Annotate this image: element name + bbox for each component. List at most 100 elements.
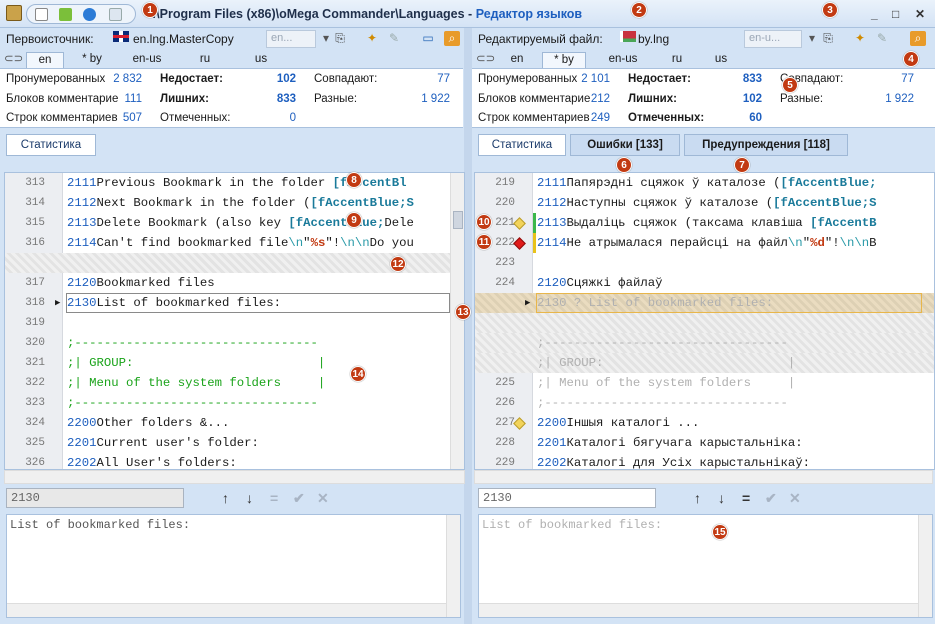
comment-lines-label: Строк комментариев (6, 112, 118, 124)
line-number: 227 (495, 417, 515, 429)
copy-icon[interactable]: ⎘ (820, 31, 836, 46)
tab-ru[interactable]: ru (190, 52, 220, 68)
code-line[interactable]: 223 (475, 253, 934, 273)
prev-button[interactable]: ↑ (222, 490, 229, 506)
tab-us[interactable]: us (706, 52, 736, 68)
code-line[interactable]: 319 (5, 313, 464, 333)
comment-line[interactable]: 322 ;| Menu of the system folders | (5, 373, 464, 393)
prev-button[interactable]: ↑ (694, 490, 701, 506)
code-line[interactable]: 220 2112Наступны сцяжок ў каталозе ([fAcc… (475, 193, 934, 213)
code-line-missing[interactable]: ▶ 2130 ? List of bookmarked files: (475, 293, 934, 313)
tab-by[interactable]: * by (72, 52, 112, 68)
string-id: 2200 (537, 416, 567, 430)
code-line[interactable]: 221 2113Выдаліць сцяжок (таксама клавіша … (475, 213, 934, 233)
open-icon[interactable] (59, 8, 72, 21)
equal-button[interactable]: = (270, 490, 278, 506)
source-text-area[interactable]: List of bookmarked files: (6, 514, 461, 618)
code-line[interactable]: 222 2114Не атрымалася перайсці на файл\n"… (475, 233, 934, 253)
copy-icon[interactable]: ⎘ (332, 31, 348, 46)
equal-button[interactable]: = (742, 490, 750, 506)
comment-text: ;--------------------------------- (537, 396, 788, 410)
link-icon[interactable]: ⊂⊃ (4, 52, 23, 68)
text-horizontal-scrollbar[interactable] (7, 603, 446, 617)
source-file-name[interactable]: en.lng.MasterCopy (133, 32, 234, 46)
tab-by[interactable]: * by (542, 52, 586, 68)
string-text: Next Bookmark in the folder ( (96, 196, 311, 210)
maximize-button[interactable]: □ (892, 7, 899, 21)
edit-icon[interactable]: ✎ (874, 31, 890, 46)
code-line[interactable]: 224 2120Сцяжкі файлаў (475, 273, 934, 293)
marked-value: 0 (289, 112, 296, 124)
tab-ru[interactable]: ru (662, 52, 692, 68)
globe-icon[interactable] (83, 8, 96, 21)
source-lang-combo[interactable]: en... (266, 30, 316, 48)
tab-statistics[interactable]: Статистика (6, 134, 96, 156)
menu-icon[interactable] (109, 8, 122, 21)
edited-file-name[interactable]: by.lng (638, 32, 669, 46)
tab-en-us[interactable]: en-us (598, 52, 648, 68)
target-text-area[interactable]: List of bookmarked files: (478, 514, 933, 618)
editor-vertical-scrollbar[interactable] (450, 173, 464, 469)
string-id: 2120 (67, 276, 97, 290)
code-line[interactable]: 315 2113Delete Bookmark (also key [fAccen… (5, 213, 464, 233)
code-line[interactable]: 314 2112Next Bookmark in the folder ([fAc… (5, 193, 464, 213)
close-button[interactable]: ✕ (915, 7, 925, 21)
search-icon[interactable]: ⌕ (444, 31, 460, 46)
tab-errors[interactable]: Ошибки [133] (570, 134, 680, 156)
source-id-field[interactable]: 2130 (6, 488, 184, 508)
tab-en[interactable]: en (498, 52, 536, 68)
next-button[interactable]: ↓ (718, 490, 725, 506)
code-line[interactable]: 316 2114Can't find bookmarked file\n"%s"!… (5, 233, 464, 253)
numbered-value: 2 832 (113, 73, 142, 85)
app-icon[interactable] (6, 5, 22, 21)
text-horizontal-scrollbar[interactable] (479, 603, 918, 617)
text-vertical-scrollbar[interactable] (918, 515, 932, 617)
code-line[interactable]: 229 2202Каталогі для Усіх карыстальнікаў: (475, 453, 934, 469)
source-editor[interactable]: 313 2111Previous Bookmark in the folder [… (4, 172, 465, 470)
code-line[interactable]: 313 2111Previous Bookmark in the folder [… (5, 173, 464, 193)
scroll-thumb[interactable] (453, 211, 463, 229)
runner-icon[interactable]: ✦ (364, 31, 380, 46)
comment-line[interactable]: 320 ;--------------------------------- (5, 333, 464, 353)
code-line[interactable]: 317 2120Bookmarked files (5, 273, 464, 293)
tab-en[interactable]: en (26, 52, 64, 68)
new-file-icon[interactable] (35, 8, 48, 21)
ghost-line[interactable]: 225 ;| Menu of the system folders | (475, 373, 934, 393)
runner-icon[interactable]: ✦ (852, 31, 868, 46)
target-lang-combo[interactable]: en-u... (744, 30, 802, 48)
comment-line[interactable]: 323 ;--------------------------------- (5, 393, 464, 413)
missing-label: Недостает: (160, 73, 224, 85)
comment-line[interactable]: 226 ;--------------------------------- (475, 393, 934, 413)
editor-horizontal-scrollbar[interactable] (4, 470, 465, 484)
accept-button[interactable]: ✔ (293, 490, 305, 507)
text-vertical-scrollbar[interactable] (446, 515, 460, 617)
edit-icon[interactable]: ✎ (386, 31, 402, 46)
editor-horizontal-scrollbar[interactable] (474, 470, 933, 484)
target-id-field[interactable]: 2130 (478, 488, 656, 508)
tab-us[interactable]: us (246, 52, 276, 68)
tab-statistics[interactable]: Статистика (478, 134, 566, 156)
accept-button[interactable]: ✔ (765, 490, 777, 507)
reject-button[interactable]: ✕ (789, 490, 801, 507)
minimize-button[interactable]: _ (871, 7, 878, 21)
monitor-icon[interactable]: ▭ (420, 31, 436, 46)
string-text: Bookmarked files (96, 276, 215, 290)
code-line[interactable]: 227 2200Іншыя каталогі ... (475, 413, 934, 433)
code-line[interactable]: 325 2201Current user's folder: (5, 433, 464, 453)
code-line[interactable]: 219 2111Папярэдні сцяжок ў каталозе ([fAc… (475, 173, 934, 193)
link-icon[interactable]: ⊂⊃ (476, 52, 495, 68)
next-button[interactable]: ↓ (246, 490, 253, 506)
tab-warnings[interactable]: Предупреждения [118] (684, 134, 848, 156)
code-line[interactable]: 228 2201Каталогі бягучага карыстальніка: (475, 433, 934, 453)
code-line[interactable]: 324 2200Other folders &... (5, 413, 464, 433)
comment-line[interactable]: 321 ;| GROUP: | (5, 353, 464, 373)
code-line-current[interactable]: 318 ▶ 2130List of bookmarked files: (5, 293, 464, 313)
code-line[interactable]: 326 2202All User's folders: (5, 453, 464, 469)
reject-button[interactable]: ✕ (317, 490, 329, 507)
tab-en-us[interactable]: en-us (122, 52, 172, 68)
chevron-down-icon[interactable]: ▾ (804, 31, 820, 46)
comment-lines-value: 507 (122, 112, 142, 124)
pane-splitter[interactable] (464, 28, 472, 624)
target-editor[interactable]: 219 2111Папярэдні сцяжок ў каталозе ([fAc… (474, 172, 935, 470)
search-icon[interactable]: ⌕ (910, 31, 926, 46)
